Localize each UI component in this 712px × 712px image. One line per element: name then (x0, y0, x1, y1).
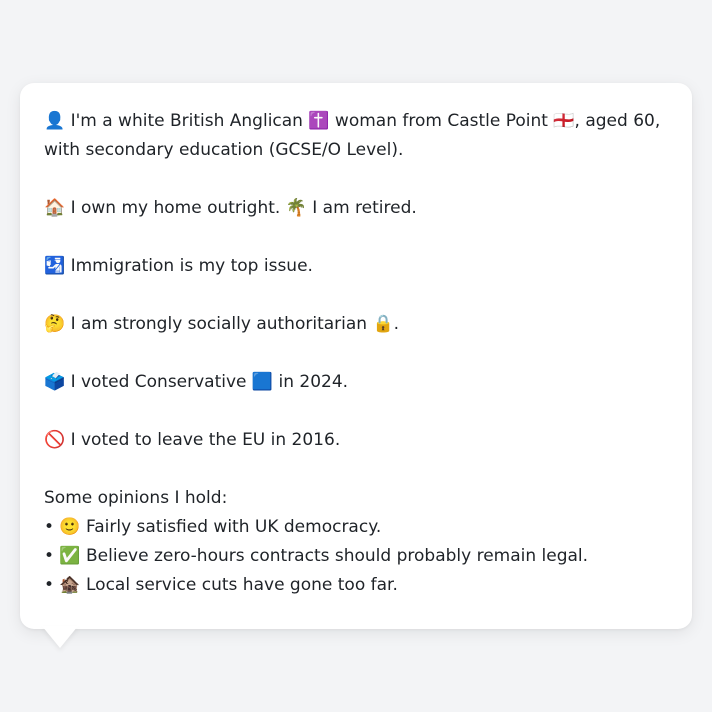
opinions-list: • 🙂 Fairly satisfied with UK democracy. … (44, 513, 668, 600)
opinion-item: • 🏚️ Local service cuts have gone too fa… (44, 575, 398, 595)
persona-top-issue: 🛂 Immigration is my top issue. (44, 256, 313, 276)
persona-message-bubble: 👤 I'm a white British Anglican ✝️ woman … (20, 83, 692, 629)
persona-opinions: Some opinions I hold: • 🙂 Fairly satisfi… (44, 484, 668, 600)
opinion-item: • 🙂 Fairly satisfied with UK democracy. (44, 517, 382, 537)
persona-vote-2024: 🗳️ I voted Conservative 🟦 in 2024. (44, 372, 349, 392)
persona-social-stance: 🤔 I am strongly socially authoritarian 🔒… (44, 314, 400, 334)
bubble-tail (42, 626, 78, 648)
opinions-heading: Some opinions I hold: (44, 488, 228, 508)
persona-intro: 👤 I'm a white British Anglican ✝️ woman … (44, 111, 661, 160)
persona-eu-vote: 🚫 I voted to leave the EU in 2016. (44, 430, 341, 450)
opinion-item: • ✅ Believe zero-hours contracts should … (44, 546, 589, 566)
persona-home: 🏠 I own my home outright. 🌴 I am retired… (44, 198, 417, 218)
